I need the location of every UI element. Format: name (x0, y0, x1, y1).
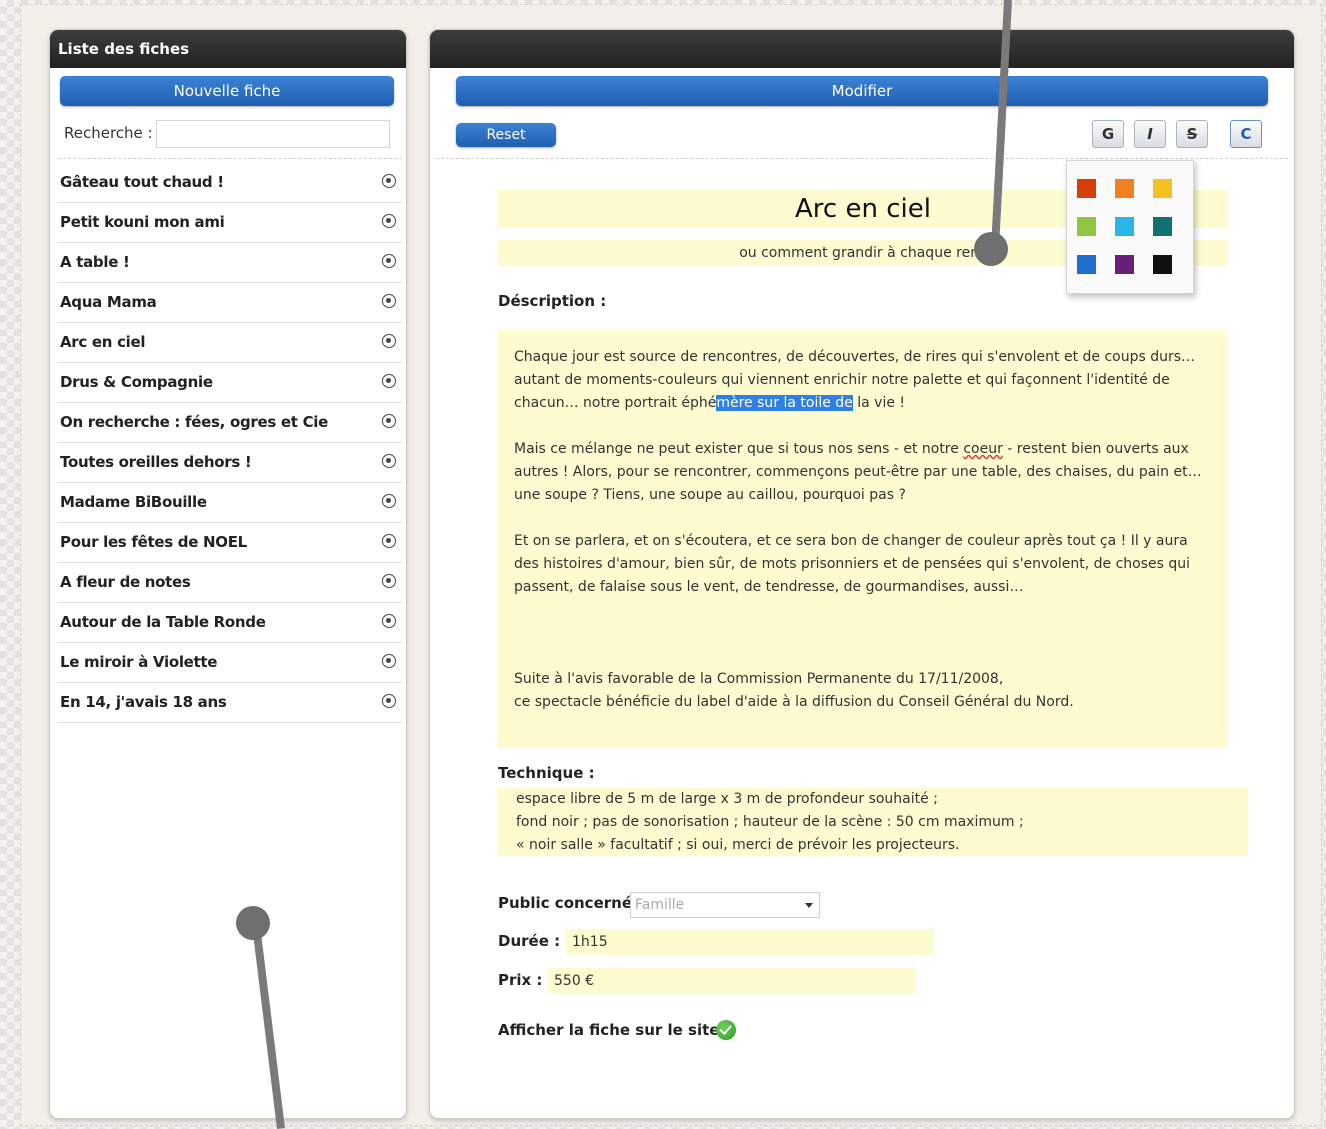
fiche-list-item[interactable]: Petit kouni mon ami (58, 203, 402, 243)
search-input[interactable] (156, 120, 390, 148)
check-icon[interactable] (716, 1020, 736, 1040)
technique-line: fond noir ; pas de sonorisation ; hauteu… (516, 814, 1024, 830)
add-icon[interactable] (382, 494, 396, 508)
fiche-item-label: On recherche : fées, ogres et Cie (60, 413, 329, 431)
fiche-item-label: En 14, j'avais 18 ans (60, 693, 227, 711)
description-paragraph: Et on se parlera, et on s'écoutera, et c… (514, 533, 1191, 595)
color-swatch[interactable] (1115, 255, 1134, 274)
fiche-list-item[interactable]: Aqua Mama (58, 283, 402, 323)
fiche-item-label: Le miroir à Violette (60, 653, 218, 671)
description-paragraph: Chaque jour est source de rencontres, de… (514, 346, 1212, 415)
add-icon[interactable] (382, 654, 396, 668)
fiche-item-label: Autour de la Table Ronde (60, 613, 266, 631)
fiche-item-label: Aqua Mama (60, 293, 157, 311)
reset-button[interactable]: Reset (456, 123, 556, 147)
new-fiche-button[interactable]: Nouvelle fiche (60, 76, 394, 106)
callout-pointer-dot (236, 906, 270, 940)
fiche-list-item[interactable]: On recherche : fées, ogres et Cie (58, 403, 402, 443)
add-icon[interactable] (382, 174, 396, 188)
italic-button[interactable]: I (1134, 120, 1166, 148)
add-icon[interactable] (382, 534, 396, 548)
price-field[interactable]: 550 € (548, 968, 916, 994)
add-icon[interactable] (382, 454, 396, 468)
color-swatch[interactable] (1077, 217, 1096, 236)
add-icon[interactable] (382, 214, 396, 228)
description-paragraph: Mais ce mélange ne peut exister que si t… (514, 438, 1212, 507)
public-select[interactable]: Famille (630, 892, 820, 918)
fiche-item-label: Petit kouni mon ami (60, 213, 225, 231)
technique-line: « noir salle » facultatif ; si oui, merc… (516, 837, 960, 853)
fiche-editor-panel: Modifier Reset G I S C Arc en ciel ou co… (430, 30, 1294, 1118)
add-icon[interactable] (382, 414, 396, 428)
modify-button[interactable]: Modifier (456, 76, 1268, 106)
fiche-list-item[interactable]: Le miroir à Violette (58, 643, 402, 683)
chevron-down-icon (805, 903, 813, 908)
color-swatch[interactable] (1077, 255, 1096, 274)
fiche-list-item[interactable]: Gâteau tout chaud ! (58, 163, 402, 203)
fiche-item-label: A table ! (60, 253, 130, 271)
public-label: Public concerné : (498, 894, 644, 912)
technique-line: espace libre de 5 m de large x 3 m de pr… (516, 791, 938, 807)
description-paragraph: ce spectacle bénéficie du label d'aide à… (514, 694, 1074, 710)
editor-header (430, 30, 1294, 68)
fiche-item-label: Toutes oreilles dehors ! (60, 453, 252, 471)
color-swatch[interactable] (1115, 179, 1134, 198)
description-label: Déscription : (498, 292, 607, 310)
add-icon[interactable] (382, 334, 396, 348)
fiche-list-item[interactable]: Arc en ciel (58, 323, 402, 363)
publish-label: Afficher la fiche sur le site : (498, 1021, 731, 1039)
color-button[interactable]: C (1230, 120, 1262, 148)
fiche-list-item[interactable]: Autour de la Table Ronde (58, 603, 402, 643)
add-icon[interactable] (382, 374, 396, 388)
misspelled-word: coeur (963, 441, 1003, 457)
technique-field[interactable]: espace libre de 5 m de large x 3 m de pr… (498, 788, 1248, 856)
fiche-list-item[interactable]: Toutes oreilles dehors ! (58, 443, 402, 483)
public-select-value: Famille (635, 897, 685, 913)
divider (58, 158, 402, 159)
add-icon[interactable] (382, 574, 396, 588)
fiche-list-item[interactable]: En 14, j'avais 18 ans (58, 683, 402, 723)
description-text: la vie ! (852, 395, 906, 411)
duration-field[interactable]: 1h15 (566, 929, 934, 955)
search-label: Recherche : (64, 124, 153, 142)
fiche-item-label: A fleur de notes (60, 573, 191, 591)
description-paragraph: Suite à l'avis favorable de la Commissio… (514, 671, 1004, 687)
bold-button[interactable]: G (1092, 120, 1124, 148)
add-icon[interactable] (382, 294, 396, 308)
fiche-list-item[interactable]: A table ! (58, 243, 402, 283)
fiche-item-label: Gâteau tout chaud ! (60, 173, 224, 191)
duration-label: Durée : (498, 932, 561, 950)
fiche-list-item[interactable]: Pour les fêtes de NOEL (58, 523, 402, 563)
strike-button[interactable]: S (1176, 120, 1208, 148)
color-swatch[interactable] (1153, 179, 1172, 198)
add-icon[interactable] (382, 254, 396, 268)
fiche-list-item[interactable]: Madame BiBouille (58, 483, 402, 523)
fiche-item-label: Drus & Compagnie (60, 373, 213, 391)
fiche-item-label: Pour les fêtes de NOEL (60, 533, 247, 551)
fiche-item-label: Arc en ciel (60, 333, 146, 351)
add-icon[interactable] (382, 694, 396, 708)
color-swatch[interactable] (1077, 179, 1096, 198)
description-editor[interactable]: Chaque jour est source de rencontres, de… (498, 330, 1228, 748)
add-icon[interactable] (382, 614, 396, 628)
selected-text: mère sur la toile de (716, 395, 853, 411)
fiche-item-label: Madame BiBouille (60, 493, 207, 511)
callout-pointer-dot (974, 232, 1008, 266)
divider (436, 158, 1288, 159)
fiche-list-item[interactable]: A fleur de notes (58, 563, 402, 603)
fiche-list-title: Liste des fiches (50, 30, 406, 68)
fiche-list: Gâteau tout chaud ! Petit kouni mon ami A … (58, 163, 402, 723)
description-text: Mais ce mélange ne peut exister que si t… (514, 441, 964, 457)
fiche-list-panel: Liste des fiches Nouvelle fiche Recherch… (50, 30, 406, 1118)
technique-label: Technique : (498, 764, 595, 782)
price-label: Prix : (498, 971, 543, 989)
color-swatch[interactable] (1115, 217, 1134, 236)
color-swatch[interactable] (1153, 217, 1172, 236)
color-swatch[interactable] (1153, 255, 1172, 274)
color-palette (1066, 160, 1194, 294)
fiche-list-item[interactable]: Drus & Compagnie (58, 363, 402, 403)
